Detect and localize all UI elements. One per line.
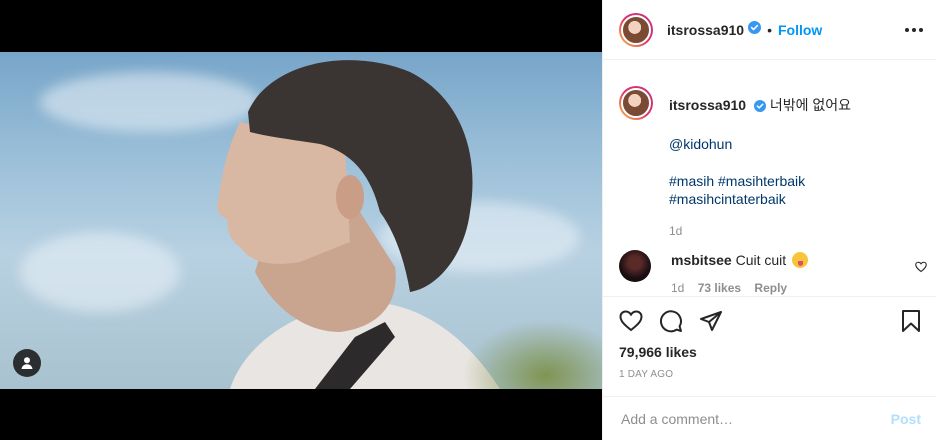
author-avatar[interactable] bbox=[619, 12, 653, 47]
caption-avatar[interactable] bbox=[619, 86, 653, 120]
likes-count[interactable]: 79,966 likes bbox=[619, 344, 697, 360]
comments-section: itsrossa910 너밖에 없어요 @kidohun #masih #mas… bbox=[603, 61, 936, 295]
comment-reply-button[interactable]: Reply bbox=[754, 281, 787, 295]
caption-timestamp[interactable]: 1d bbox=[669, 222, 929, 240]
commenter-avatar[interactable] bbox=[619, 250, 651, 282]
comment-like-heart-icon[interactable] bbox=[915, 260, 929, 274]
more-options-icon[interactable] bbox=[905, 22, 923, 38]
caption-text: 너밖에 없어요 bbox=[769, 97, 852, 113]
post-comment-button[interactable]: Post bbox=[891, 411, 921, 427]
caption-hashtags[interactable]: #masihcintaterbaik bbox=[669, 190, 929, 208]
add-comment-bar: Post bbox=[603, 396, 936, 440]
comment-input[interactable] bbox=[619, 409, 883, 428]
commenter-username[interactable]: msbitsee bbox=[671, 252, 732, 268]
comment-timestamp[interactable]: 1d bbox=[671, 281, 684, 295]
caption-hashtags[interactable]: #masih #masihterbaik bbox=[669, 172, 929, 190]
post-actions: 79,966 likes 1 DAY AGO bbox=[603, 296, 936, 396]
caption-username[interactable]: itsrossa910 bbox=[669, 97, 746, 113]
person-icon bbox=[21, 357, 33, 369]
verified-badge-icon bbox=[753, 98, 766, 116]
caption-mention-link[interactable]: @kidohun bbox=[669, 136, 732, 152]
author-username[interactable]: itsrossa910 bbox=[667, 22, 744, 38]
post-header: itsrossa910 • Follow bbox=[603, 0, 936, 60]
post-media bbox=[0, 0, 602, 440]
separator-dot: • bbox=[767, 21, 772, 38]
caption-body: itsrossa910 너밖에 없어요 @kidohun #masih #mas… bbox=[669, 96, 929, 240]
instagram-post: itsrossa910 • Follow itsrossa910 너밖에 없어요… bbox=[0, 0, 936, 440]
verified-badge-icon bbox=[748, 20, 762, 39]
like-heart-icon[interactable] bbox=[619, 309, 643, 333]
share-send-icon[interactable] bbox=[699, 309, 723, 333]
post-timestamp[interactable]: 1 DAY AGO bbox=[619, 369, 673, 380]
tongue-face-emoji-icon bbox=[792, 252, 809, 268]
tagged-users-button[interactable] bbox=[13, 349, 41, 377]
comment-meta: 1d 73 likes Reply bbox=[671, 281, 797, 295]
save-bookmark-icon[interactable] bbox=[899, 309, 923, 333]
post-photo[interactable] bbox=[0, 52, 602, 389]
post-sidebar: itsrossa910 • Follow itsrossa910 너밖에 없어요… bbox=[602, 0, 936, 440]
follow-button[interactable]: Follow bbox=[778, 22, 822, 38]
photo-foliage bbox=[462, 319, 602, 389]
comment-bubble-icon[interactable] bbox=[659, 309, 683, 333]
comment-body: msbitsee Cuit cuit bbox=[671, 252, 809, 268]
comment-likes-count[interactable]: 73 likes bbox=[698, 281, 741, 295]
comment-text: Cuit cuit bbox=[735, 252, 787, 268]
